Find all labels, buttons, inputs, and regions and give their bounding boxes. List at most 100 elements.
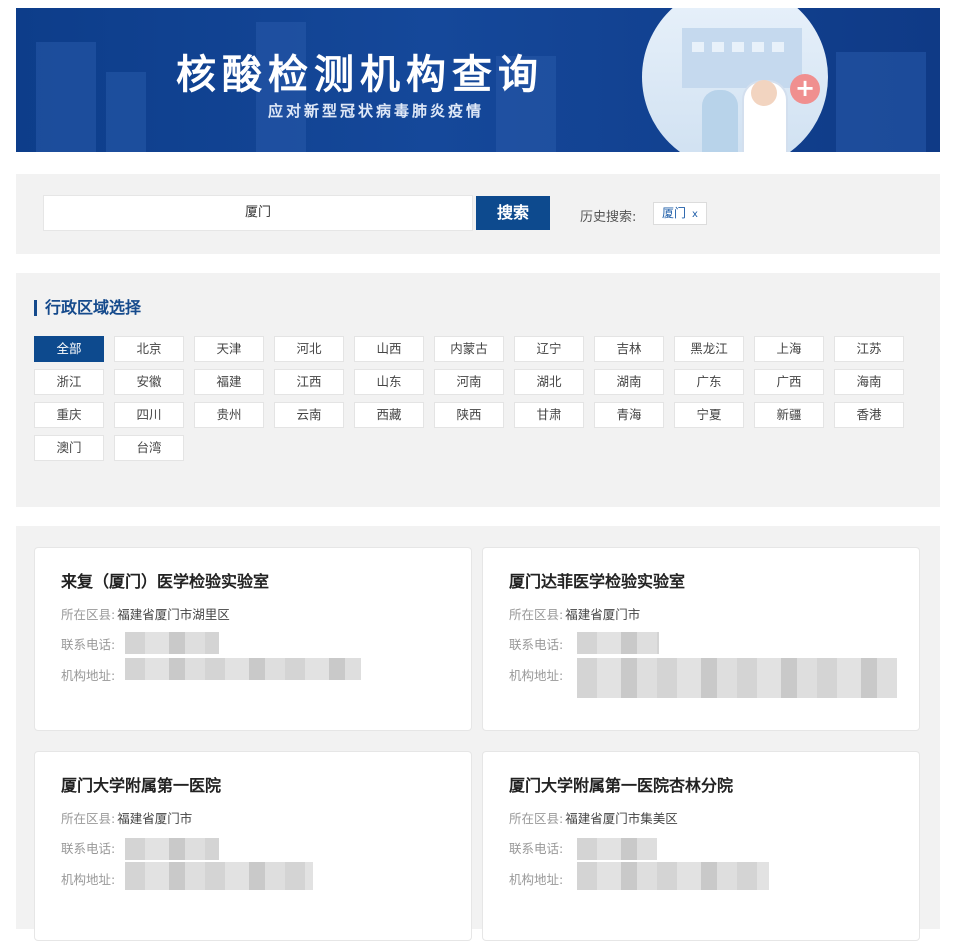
history-label: 历史搜索:: [580, 210, 637, 225]
region-title: 行政区域选择: [34, 300, 141, 316]
district-label: 所在区县:: [509, 811, 564, 826]
district-label: 所在区县:: [509, 607, 564, 622]
history-tag[interactable]: 厦门 x: [653, 202, 707, 225]
region-button[interactable]: 黑龙江: [674, 336, 744, 362]
doctor-head-icon: [751, 80, 777, 106]
region-button[interactable]: 福建: [194, 369, 264, 395]
skyline-building: [36, 42, 96, 152]
nurse-icon: [702, 90, 738, 152]
region-button[interactable]: 吉林: [594, 336, 664, 362]
search-input[interactable]: 厦门: [43, 195, 473, 231]
medical-cross-icon: +: [790, 74, 820, 104]
address-row: 机构地址:: [61, 665, 115, 684]
address-row: 机构地址:: [509, 665, 563, 684]
redacted-address: [577, 658, 897, 698]
address-label: 机构地址:: [509, 668, 564, 683]
result-card[interactable]: 厦门大学附属第一医院 所在区县: 福建省厦门市 联系电话: 机构地址:: [34, 751, 472, 941]
region-list: 全部 北京 天津 河北 山西 内蒙古 辽宁 吉林 黑龙江 上海 江苏浙江 安徽 福建 江西 山东 河南 湖北 湖南…: [34, 336, 914, 461]
skyline-building: [106, 72, 146, 152]
region-button[interactable]: 江苏: [834, 336, 904, 362]
institution-name[interactable]: 来复（厦门）医学检验实验室: [61, 568, 269, 592]
region-button[interactable]: 广西: [754, 369, 824, 395]
address-row: 机构地址:: [509, 869, 563, 888]
district-value: 福建省厦门市集美区: [565, 811, 678, 826]
results-panel: 来复（厦门）医学检验实验室 所在区县: 福建省厦门市湖里区 联系电话: 机构地址:…: [16, 526, 940, 941]
district-label: 所在区县:: [61, 811, 116, 826]
search-button[interactable]: 搜索: [476, 196, 550, 230]
region-button[interactable]: 四川: [114, 402, 184, 428]
hospital-building-icon: [682, 28, 802, 88]
region-button[interactable]: 云南: [274, 402, 344, 428]
region-button[interactable]: 陕西: [434, 402, 504, 428]
district-label: 所在区县:: [61, 607, 116, 622]
history-tag-label[interactable]: 厦门: [662, 206, 686, 220]
region-button[interactable]: 天津: [194, 336, 264, 362]
region-button[interactable]: 山西: [354, 336, 424, 362]
institution-name[interactable]: 厦门大学附属第一医院: [61, 772, 221, 796]
district-row: 所在区县: 福建省厦门市: [61, 808, 192, 827]
region-button[interactable]: 贵州: [194, 402, 264, 428]
region-button[interactable]: 上海: [754, 336, 824, 362]
region-button[interactable]: 台湾: [114, 435, 184, 461]
region-panel: 行政区域选择 全部 北京 天津 河北 山西 内蒙古 辽宁 吉林 黑龙江 上海 江苏浙江 安徽 福建 江西山…: [16, 273, 940, 507]
region-button[interactable]: 香港: [834, 402, 904, 428]
redacted-phone: [125, 632, 219, 654]
redacted-phone: [125, 838, 219, 860]
banner-title: 核酸检测机构查询: [176, 52, 544, 98]
region-button[interactable]: 辽宁: [514, 336, 584, 362]
phone-label: 联系电话:: [61, 841, 116, 856]
phone-label: 联系电话:: [509, 841, 564, 856]
banner-subtitle: 应对新型冠状病毒肺炎疫情: [268, 102, 485, 120]
district-row: 所在区县: 福建省厦门市湖里区: [61, 604, 230, 623]
region-button[interactable]: 山东: [354, 369, 424, 395]
search-panel: 厦门 搜索 历史搜索: 厦门 x: [16, 174, 940, 254]
redacted-address: [125, 658, 361, 680]
remove-history-icon[interactable]: x: [692, 209, 698, 220]
region-button[interactable]: 湖北: [514, 369, 584, 395]
address-row: 机构地址:: [61, 869, 115, 888]
region-button[interactable]: 内蒙古: [434, 336, 504, 362]
region-button[interactable]: 湖南: [594, 369, 664, 395]
district-value: 福建省厦门市湖里区: [117, 607, 230, 622]
result-card[interactable]: 厦门达菲医学检验实验室 所在区县: 福建省厦门市 联系电话: 机构地址:: [482, 547, 920, 731]
district-value: 福建省厦门市: [117, 811, 193, 826]
region-button[interactable]: 青海: [594, 402, 664, 428]
result-card[interactable]: 厦门大学附属第一医院杏林分院 所在区县: 福建省厦门市集美区 联系电话: 机构地址…: [482, 751, 920, 941]
result-card[interactable]: 来复（厦门）医学检验实验室 所在区县: 福建省厦门市湖里区 联系电话: 机构地址:: [34, 547, 472, 731]
region-button[interactable]: 宁夏: [674, 402, 744, 428]
redacted-address: [577, 862, 769, 890]
region-button[interactable]: 新疆: [754, 402, 824, 428]
institution-name[interactable]: 厦门大学附属第一医院杏林分院: [509, 772, 733, 796]
address-label: 机构地址:: [509, 872, 564, 887]
skyline-building: [836, 52, 926, 152]
address-label: 机构地址:: [61, 668, 116, 683]
region-button[interactable]: 澳门: [34, 435, 104, 461]
phone-row: 联系电话:: [509, 634, 563, 653]
district-row: 所在区县: 福建省厦门市: [509, 604, 640, 623]
region-button[interactable]: 海南: [834, 369, 904, 395]
region-button[interactable]: 河北: [274, 336, 344, 362]
redacted-phone: [577, 838, 657, 860]
phone-label: 联系电话:: [61, 637, 116, 652]
region-button[interactable]: 全部: [34, 336, 104, 362]
region-button[interactable]: 西藏: [354, 402, 424, 428]
redacted-address: [125, 862, 313, 890]
phone-row: 联系电话:: [61, 634, 115, 653]
banner: + 核酸检测机构查询 应对新型冠状病毒肺炎疫情: [16, 8, 940, 152]
region-button[interactable]: 安徽: [114, 369, 184, 395]
district-value: 福建省厦门市: [565, 607, 641, 622]
region-button[interactable]: 重庆: [34, 402, 104, 428]
region-button[interactable]: 甘肃: [514, 402, 584, 428]
institution-name[interactable]: 厦门达菲医学检验实验室: [509, 568, 685, 592]
region-button[interactable]: 江西: [274, 369, 344, 395]
phone-label: 联系电话:: [509, 637, 564, 652]
redacted-phone: [577, 632, 659, 654]
region-button[interactable]: 广东: [674, 369, 744, 395]
region-button[interactable]: 浙江: [34, 369, 104, 395]
region-button[interactable]: 河南: [434, 369, 504, 395]
region-button[interactable]: 北京: [114, 336, 184, 362]
address-label: 机构地址:: [61, 872, 116, 887]
phone-row: 联系电话:: [61, 838, 115, 857]
district-row: 所在区县: 福建省厦门市集美区: [509, 808, 678, 827]
phone-row: 联系电话:: [509, 838, 563, 857]
